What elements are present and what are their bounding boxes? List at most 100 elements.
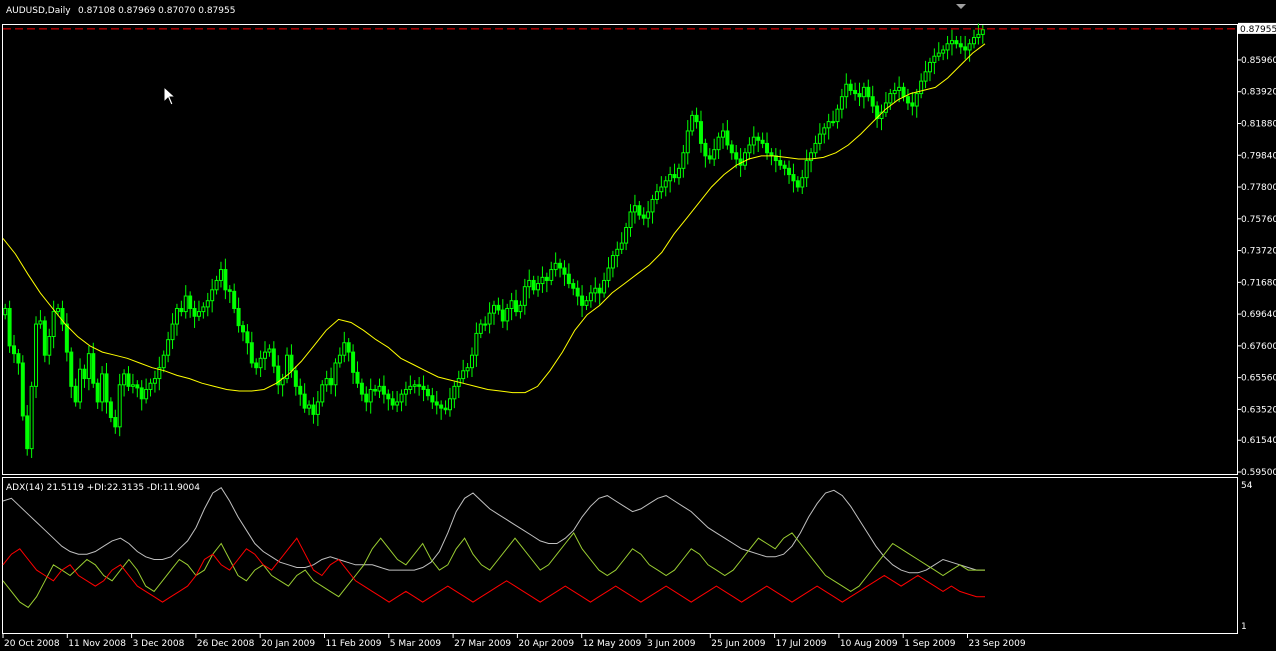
candle-body (390, 398, 395, 406)
candle-body (663, 180, 668, 188)
candle-body (64, 323, 69, 353)
symbol-info-label: AUDUSD,Daily (6, 6, 71, 16)
candle-body (544, 276, 549, 281)
candle-body (439, 404, 444, 409)
candle-body (795, 180, 800, 188)
candle-body (492, 304, 496, 314)
candle-body (258, 357, 263, 369)
candle-body (179, 307, 184, 313)
candle-body (892, 89, 897, 95)
time-tick-label: 12 May 2009 (583, 639, 642, 649)
candle-body (483, 323, 488, 326)
candle-body (183, 295, 188, 313)
candle-body (536, 283, 541, 291)
candle-body (263, 351, 268, 359)
candle-body (831, 121, 836, 124)
candle-body (500, 309, 505, 322)
candle-body (945, 43, 950, 51)
candle-body (575, 287, 580, 297)
candle-body (117, 384, 122, 428)
candle-body (205, 300, 210, 308)
candle-body (826, 121, 831, 129)
price-tick-label: 0.83920 (1241, 88, 1276, 98)
candle-body (927, 61, 932, 73)
candle-body (861, 86, 866, 98)
shift-marker-icon[interactable] (956, 4, 966, 9)
candle-body (650, 198, 655, 213)
candle-body (452, 385, 457, 400)
candle-body (425, 388, 430, 397)
price-tick-label: 0.81880 (1241, 119, 1276, 129)
candle-body (756, 136, 761, 141)
candle-body (86, 353, 91, 380)
candle-body (218, 269, 223, 281)
candle-body (791, 174, 796, 182)
candle-body (293, 370, 298, 387)
candle-body (716, 136, 721, 151)
candle-body (778, 160, 783, 166)
price-tick-label: 0.71680 (1241, 278, 1276, 288)
candle-body (954, 40, 959, 45)
candle-body (412, 384, 417, 387)
candle-body (923, 71, 928, 82)
candle-body (747, 144, 752, 154)
candle-body (949, 40, 954, 45)
candle-body (91, 353, 96, 384)
candle-body (447, 398, 452, 411)
candle-body (690, 114, 695, 132)
candle-body (315, 401, 320, 415)
candle-body (240, 325, 245, 333)
candle-body (597, 287, 602, 294)
candle-body (632, 205, 637, 213)
candle-body (12, 345, 17, 355)
candle-body (571, 283, 576, 289)
candle-body (346, 342, 351, 353)
price-tick-label: 0.63520 (1241, 405, 1276, 415)
candle-body (113, 416, 118, 428)
candle-body (980, 29, 985, 35)
candle-body (853, 89, 858, 95)
minus-di-line (2, 537, 985, 603)
candle-body (729, 144, 734, 154)
candle-body (518, 304, 523, 313)
candle-body (69, 351, 74, 387)
candle-body (558, 262, 563, 269)
price-tick-label: 0.59500 (1241, 468, 1276, 478)
candle-body (47, 336, 52, 356)
candle-body (434, 401, 439, 406)
candle-body (223, 269, 228, 291)
candle-body (443, 407, 448, 411)
candle-body (267, 348, 272, 353)
candle-body (51, 311, 56, 338)
candle-body (698, 121, 703, 144)
candle-body (610, 255, 615, 269)
candle-body (170, 323, 175, 341)
candle-body (976, 33, 981, 39)
candle-body (122, 373, 127, 386)
candle-body (914, 93, 919, 107)
adx-line (2, 487, 985, 574)
candle-body (196, 311, 201, 317)
candle-body (148, 382, 153, 390)
candle-body (144, 388, 149, 400)
candle-body (333, 362, 338, 386)
candle-body (941, 49, 946, 54)
candle-body (104, 373, 109, 403)
candle-body (734, 152, 739, 160)
candle-body (659, 186, 664, 193)
candle-body (505, 307, 510, 322)
indicator-tick-label: 54 (1241, 481, 1253, 491)
candle-body (628, 211, 633, 229)
candle-body (514, 300, 519, 313)
candle-body (34, 323, 39, 387)
candle-body (615, 248, 620, 257)
price-tick-label: 0.73720 (1241, 247, 1276, 257)
candle-body (377, 385, 382, 392)
candle-body (527, 279, 532, 288)
candle-body (822, 127, 827, 135)
candle-body (201, 306, 206, 313)
candle-body (307, 404, 312, 409)
candle-body (967, 43, 972, 51)
chart-canvas[interactable]: AUDUSD,Daily 0.87108 0.87969 0.87070 0.8… (0, 0, 1276, 651)
price-tick-label: 0.75760 (1241, 215, 1276, 225)
